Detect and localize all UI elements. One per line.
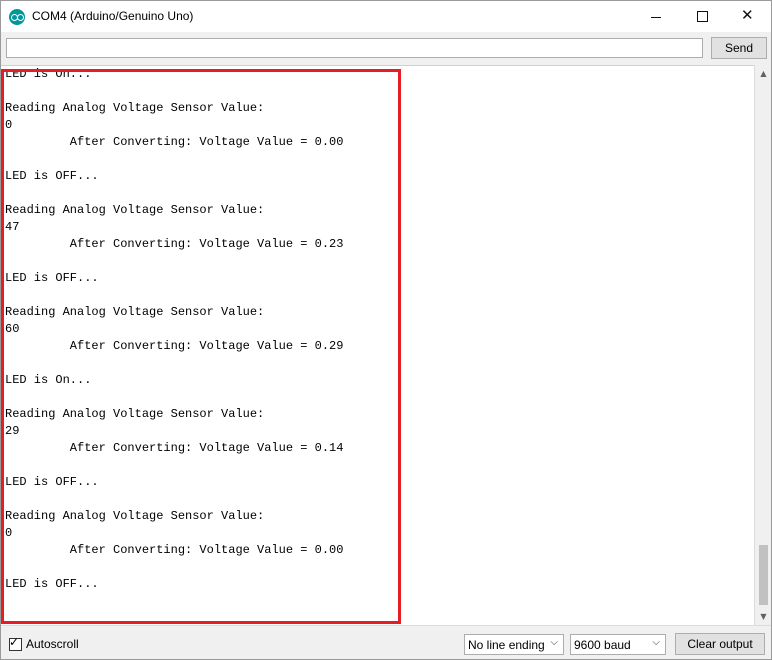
autoscroll-checkbox[interactable]: ✓ <box>9 634 22 651</box>
window-title: COM4 (Arduino/Genuino Uno) <box>32 9 194 23</box>
send-button[interactable]: Send <box>711 37 767 59</box>
minimize-button[interactable] <box>633 1 679 32</box>
arduino-icon <box>9 9 25 25</box>
scroll-up-icon[interactable]: ▲ <box>755 65 771 82</box>
scrollbar-thumb[interactable] <box>759 545 768 605</box>
autoscroll-toggle[interactable]: ✓ Autoscroll <box>9 634 79 651</box>
bottom-bar: ✓ Autoscroll No line ending ⌵ 9600 baud … <box>1 625 771 659</box>
autoscroll-label: Autoscroll <box>26 637 79 651</box>
scroll-down-icon[interactable]: ▼ <box>755 608 771 625</box>
chevron-down-icon: ⌵ <box>550 637 558 648</box>
serial-monitor-window: COM4 (Arduino/Genuino Uno) ✕ Send LED is… <box>0 0 772 660</box>
clear-output-button[interactable]: Clear output <box>675 633 765 655</box>
send-input[interactable] <box>6 38 703 58</box>
maximize-button[interactable] <box>679 1 725 32</box>
baud-rate-select[interactable]: 9600 baud ⌵ <box>570 634 666 655</box>
checkmark-icon: ✓ <box>9 634 20 649</box>
serial-output-text: LED is On... Reading Analog Voltage Sens… <box>5 67 344 591</box>
chevron-down-icon: ⌵ <box>652 637 660 648</box>
minimize-icon <box>651 17 661 18</box>
line-ending-value: No line ending <box>468 637 545 652</box>
serial-output[interactable]: LED is On... Reading Analog Voltage Sens… <box>1 65 754 626</box>
send-row: Send <box>1 32 771 65</box>
close-icon: ✕ <box>741 6 754 24</box>
maximize-icon <box>697 11 708 22</box>
title-bar[interactable]: COM4 (Arduino/Genuino Uno) ✕ <box>1 1 771 32</box>
baud-rate-value: 9600 baud <box>574 637 631 652</box>
line-ending-select[interactable]: No line ending ⌵ <box>464 634 564 655</box>
close-button[interactable]: ✕ <box>725 1 771 32</box>
vertical-scrollbar[interactable]: ▲ ▼ <box>754 65 771 625</box>
